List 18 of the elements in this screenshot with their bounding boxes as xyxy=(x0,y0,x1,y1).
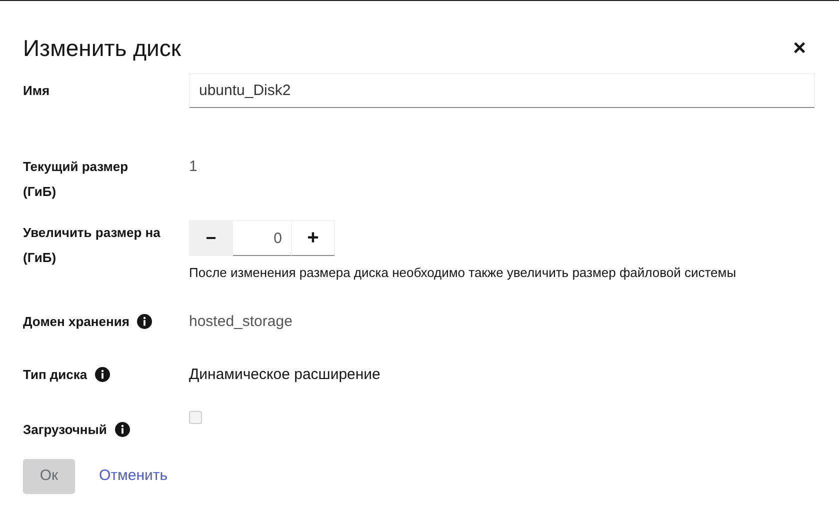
field-value: Динамическое расширение xyxy=(189,366,380,382)
name-input[interactable]: ubuntu_Disk2 xyxy=(189,73,815,108)
helper-text: После изменения размера диска необходимо также увеличить размер файловой системы xyxy=(189,264,738,282)
field-value: hosted_storage xyxy=(189,312,292,330)
info-icon[interactable] xyxy=(95,366,110,382)
field-label: Текущий размер (ГиБ) xyxy=(23,158,130,201)
increment-button[interactable]: + xyxy=(291,220,335,256)
field-label: Загрузочный xyxy=(23,420,107,439)
cancel-link[interactable]: Отменить xyxy=(99,458,168,494)
field-label: Домен хранения xyxy=(23,312,130,331)
field-label: Имя xyxy=(23,82,50,100)
field-label: Увеличить размер на (ГиБ) xyxy=(23,224,162,267)
info-icon[interactable] xyxy=(137,314,152,328)
close-button[interactable]: × xyxy=(793,37,806,59)
field-value: 1 xyxy=(189,158,198,175)
decrement-button[interactable]: − xyxy=(189,220,233,256)
field-label: Тип диска xyxy=(23,366,88,384)
dialog-title: Изменить диск xyxy=(23,34,181,63)
